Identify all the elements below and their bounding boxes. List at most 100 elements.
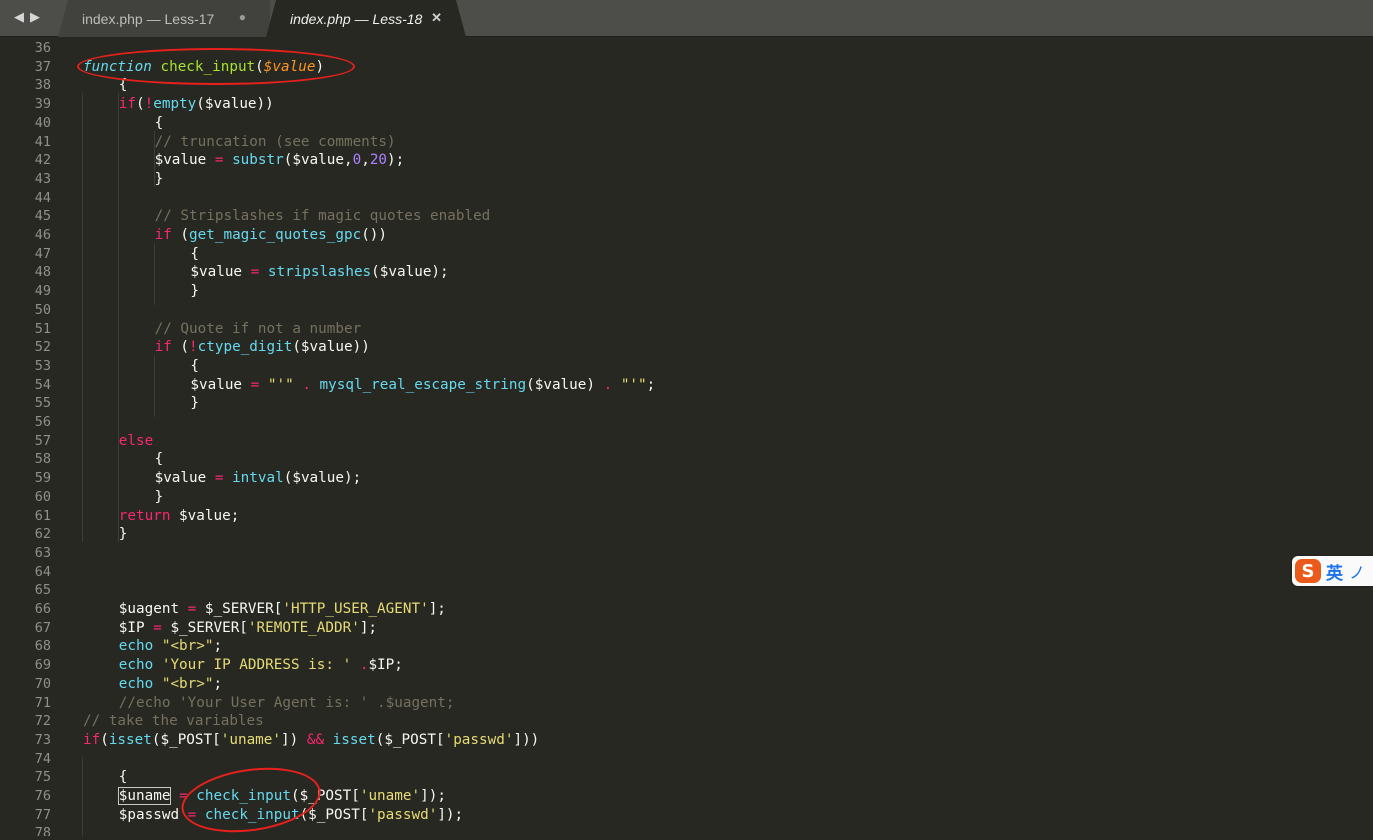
code-line[interactable]: 53 { <box>0 357 1373 376</box>
code-line[interactable]: 63 <box>0 544 1373 563</box>
tab-index-less-18[interactable]: index.php — Less-18 ✕ <box>266 0 466 37</box>
code-token: 20 <box>369 152 388 169</box>
line-number: 62 <box>34 526 51 543</box>
code-text: return $value; <box>119 507 240 526</box>
ime-language-toggle[interactable]: 英 <box>1326 559 1343 584</box>
code-token: = <box>179 788 188 804</box>
code-token: ! <box>189 339 198 356</box>
code-line[interactable]: 62} <box>0 525 1373 544</box>
code-token: $_SERVER[ <box>196 601 283 617</box>
tab-index-less-17[interactable]: index.php — Less-17 ● <box>58 0 270 37</box>
code-line[interactable]: 45 // Stripslashes if magic quotes enable… <box>0 207 1373 226</box>
code-token: 'HTTP_USER_AGENT' <box>282 601 429 617</box>
tab-navigation: ◀ ▶ <box>14 10 46 25</box>
code-line[interactable]: 61 return $value; <box>0 507 1373 526</box>
close-icon[interactable]: ✕ <box>431 10 442 26</box>
ime-punctuation-icon[interactable]: ノ <box>1349 559 1365 583</box>
tab-back-arrow-icon[interactable]: ◀ <box>14 10 30 25</box>
code-token: { <box>118 77 128 94</box>
code-line[interactable]: 74 <box>0 750 1373 769</box>
code-token: stripslashes <box>267 264 372 281</box>
code-line[interactable]: 64 <box>0 563 1373 582</box>
line-number: 78 <box>34 825 51 836</box>
code-token: = <box>153 619 162 636</box>
line-number: 51 <box>34 320 51 337</box>
code-token: check_input <box>196 788 291 804</box>
line-number: 46 <box>34 227 51 243</box>
code-line[interactable]: 40 { <box>0 114 1373 133</box>
code-token: $IP; <box>368 657 403 674</box>
code-line[interactable]: 72 // take the variables <box>0 712 1373 731</box>
code-token: $passwd <box>118 806 188 823</box>
code-token: "'" <box>620 376 647 393</box>
code-line[interactable]: 78 <box>0 824 1373 836</box>
code-line[interactable]: 48 $value = stripslashes($value); <box>0 263 1373 282</box>
code-token: else <box>118 432 154 449</box>
code-line[interactable]: 38 { <box>0 76 1373 95</box>
code-line[interactable]: 65 <box>0 581 1373 600</box>
code-line[interactable]: 68 echo "<br>"; <box>0 637 1373 656</box>
code-editor[interactable]: 36 37 function check_input($value) 38{39 if(… <box>0 37 1373 836</box>
code-token: } <box>118 526 128 543</box>
code-token: } <box>190 283 199 300</box>
code-line[interactable]: 44 <box>0 189 1373 208</box>
code-line[interactable]: 67 $IP = $_SERVER['REMOTE_ADDR']; <box>0 619 1373 638</box>
code-token: { <box>190 245 199 262</box>
line-number: 49 <box>34 283 51 300</box>
tab-bar: ◀ ▶ index.php — Less-17 ● index.php — Les… <box>0 0 1373 37</box>
code-line[interactable]: 77 $passwd = check_input($_POST['passwd']… <box>0 806 1373 825</box>
code-line[interactable]: 37 function check_input($value) <box>0 58 1373 77</box>
code-token: = <box>187 601 197 617</box>
line-number: 56 <box>34 414 51 430</box>
code-line[interactable]: 57 else <box>0 432 1373 451</box>
unsaved-dot-icon[interactable]: ● <box>239 10 246 24</box>
ime-status-toolbar[interactable]: S 英 ノ <box>1292 556 1373 586</box>
line-number: 74 <box>34 750 51 767</box>
code-line[interactable]: 42 $value = substr($value,0,20); <box>0 151 1373 170</box>
code-line[interactable]: 54 $value = "'" . mysql_real_escape_strin… <box>0 376 1373 395</box>
code-line[interactable]: 43} <box>0 170 1373 189</box>
code-line[interactable]: 52 if (!ctype_digit($value)) <box>0 338 1373 357</box>
line-number: 71 <box>34 694 51 711</box>
code-token: isset <box>332 731 376 748</box>
code-line[interactable]: 55} <box>0 394 1373 413</box>
code-line[interactable]: 71 //echo 'Your User Agent is: ' .$uagent… <box>0 694 1373 713</box>
code-line[interactable]: 49} <box>0 282 1373 301</box>
code-line[interactable]: 46 if (get_magic_quotes_gpc()) <box>0 226 1373 245</box>
code-line[interactable]: 66 $uagent = $_SERVER['HTTP_USER_AGENT']; <box>0 600 1373 619</box>
line-number: 39 <box>34 96 51 113</box>
code-line[interactable]: 70 echo "<br>"; <box>0 675 1373 694</box>
code-line[interactable]: 56 <box>0 413 1373 432</box>
code-token: // truncation (see comments) <box>154 133 396 150</box>
line-number: 50 <box>34 301 51 318</box>
code-token: ( <box>171 227 190 243</box>
code-token: // Quote if not a number <box>154 320 362 337</box>
code-token: ) <box>315 58 325 75</box>
tab-forward-arrow-icon[interactable]: ▶ <box>30 10 46 25</box>
code-line[interactable]: 47 { <box>0 245 1373 264</box>
code-token: 'uname' <box>359 788 421 804</box>
code-token: function <box>83 58 152 75</box>
code-line[interactable]: 41 // truncation (see comments) <box>0 133 1373 152</box>
code-line[interactable]: 50 <box>0 301 1373 320</box>
code-line[interactable]: 58 { <box>0 450 1373 469</box>
code-line[interactable]: 39 if(!empty($value)) <box>0 95 1373 114</box>
code-line[interactable]: 76 $uname = check_input($_POST['uname']); <box>0 787 1373 806</box>
code-token: // take the variables <box>83 713 264 730</box>
code-line[interactable]: 36 <box>0 39 1373 58</box>
code-line[interactable]: 75 { <box>0 768 1373 787</box>
code-line[interactable]: 73 if(isset($_POST['uname']) && isset($_P… <box>0 731 1373 750</box>
code-line[interactable]: 69 echo 'Your IP ADDRESS is: ' .$IP; <box>0 656 1373 675</box>
code-text: // take the variables <box>83 712 264 731</box>
code-line[interactable]: 51 // Quote if not a number <box>0 320 1373 339</box>
code-token: ($value) <box>526 376 604 393</box>
code-line[interactable]: 60} <box>0 488 1373 507</box>
line-number: 77 <box>34 806 51 823</box>
code-line[interactable]: 59 $value = intval($value); <box>0 469 1373 488</box>
code-token: { <box>118 769 128 786</box>
